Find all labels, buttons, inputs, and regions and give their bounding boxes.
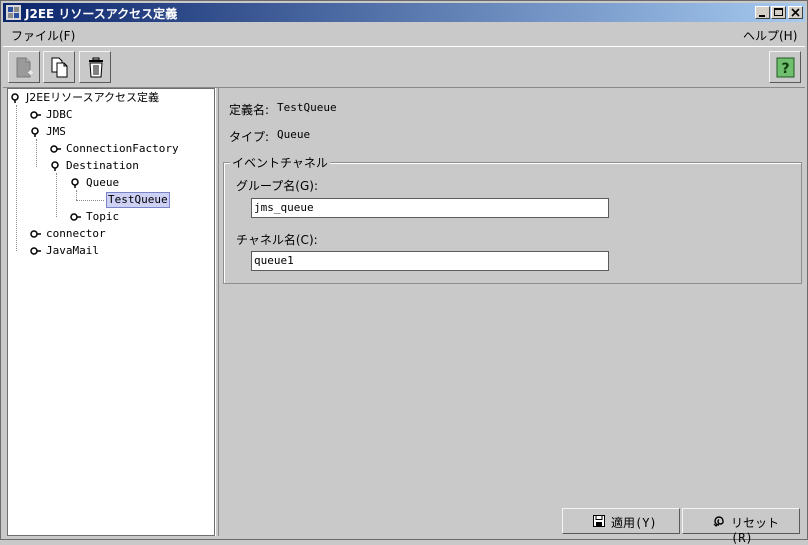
type-label: タイプ: [229, 130, 270, 144]
help-glyph: ? [781, 61, 789, 77]
tree-item-label: JDBC [46, 108, 73, 121]
tree-item-label: Topic [86, 210, 120, 223]
detail-pane: 定義名: TestQueue タイプ: Queue イベントチャネル グループ名… [220, 88, 803, 545]
reset-icon [713, 516, 724, 527]
tree-item-label: Queue [86, 176, 120, 189]
tree-line [16, 105, 17, 251]
maximize-button[interactable] [771, 6, 786, 19]
menu-help[interactable]: ヘルプ(H) [743, 27, 797, 44]
tree-item-label-selected: TestQueue [106, 192, 170, 208]
reset-button-label: リセット(R) [731, 516, 780, 545]
app-icon [6, 5, 21, 20]
save-icon [593, 515, 605, 527]
group-name-label: グループ名(G): [236, 179, 318, 193]
tree-line [56, 173, 57, 217]
menu-bar: ファイル(F) ヘルプ(H) [3, 23, 805, 45]
tree-item-label: ConnectionFactory [66, 142, 179, 155]
event-channel-title: イベントチャネル [230, 154, 330, 171]
reset-button[interactable]: リセット(R) [682, 508, 800, 545]
close-button[interactable] [788, 6, 803, 19]
window-title: J2EE リソースアクセス定義 [25, 7, 178, 21]
copy-icon [51, 57, 68, 78]
tree-line [76, 200, 104, 201]
expanded-node-icon [31, 127, 39, 137]
close-icon [791, 8, 800, 17]
channel-name-label: チャネル名(C): [236, 233, 318, 247]
tree-item-label: Destination [66, 159, 139, 172]
main-window: J2EE リソースアクセス定義 ファイル(F) ヘルプ(H) ? J2EEリソー… [0, 0, 808, 545]
maximize-icon [774, 8, 783, 16]
event-channel-group: イベントチャネル グループ名(G): jms_queue チャネル名(C): q… [223, 154, 802, 284]
apply-button-label: 適用(Y) [611, 516, 657, 530]
help-icon: ? [776, 57, 795, 78]
channel-name-input[interactable]: queue1 [251, 251, 609, 271]
apply-button[interactable]: 適用(Y) [562, 508, 680, 534]
collapsed-node-icon [70, 213, 81, 221]
tree-line [36, 139, 37, 167]
type-value: Queue [277, 128, 311, 141]
collapsed-node-icon [30, 111, 41, 119]
tree-root-label: J2EEリソースアクセス定義 [26, 91, 160, 104]
definition-name-value: TestQueue [277, 101, 337, 114]
tree-item-label: JMS [46, 125, 66, 138]
delete-button[interactable] [79, 51, 111, 83]
tree-line [76, 190, 77, 200]
collapsed-node-icon [30, 230, 41, 238]
group-name-input[interactable]: jms_queue [251, 198, 609, 218]
expanded-node-icon [51, 161, 59, 171]
collapsed-node-icon [50, 145, 61, 153]
copy-button[interactable] [43, 51, 75, 83]
tree-item-label: connector [46, 227, 106, 240]
toolbar: ? [3, 46, 805, 88]
expanded-node-icon [71, 178, 79, 188]
menu-file[interactable]: ファイル(F) [11, 27, 75, 44]
tree-item-label: JavaMail [46, 244, 99, 257]
new-button[interactable] [8, 51, 40, 83]
resource-tree[interactable]: J2EEリソースアクセス定義 JDBC JMS ConnectionFactor… [7, 88, 215, 536]
trash-icon [89, 57, 103, 78]
help-button[interactable]: ? [769, 51, 801, 83]
minimize-button[interactable] [755, 6, 770, 19]
minimize-icon [759, 15, 765, 17]
title-bar[interactable]: J2EE リソースアクセス定義 [3, 3, 805, 22]
collapsed-node-icon [30, 247, 41, 255]
splitter[interactable] [215, 88, 219, 536]
new-document-icon [16, 57, 33, 78]
definition-name-label: 定義名: [229, 103, 270, 117]
expanded-node-icon [11, 93, 19, 103]
